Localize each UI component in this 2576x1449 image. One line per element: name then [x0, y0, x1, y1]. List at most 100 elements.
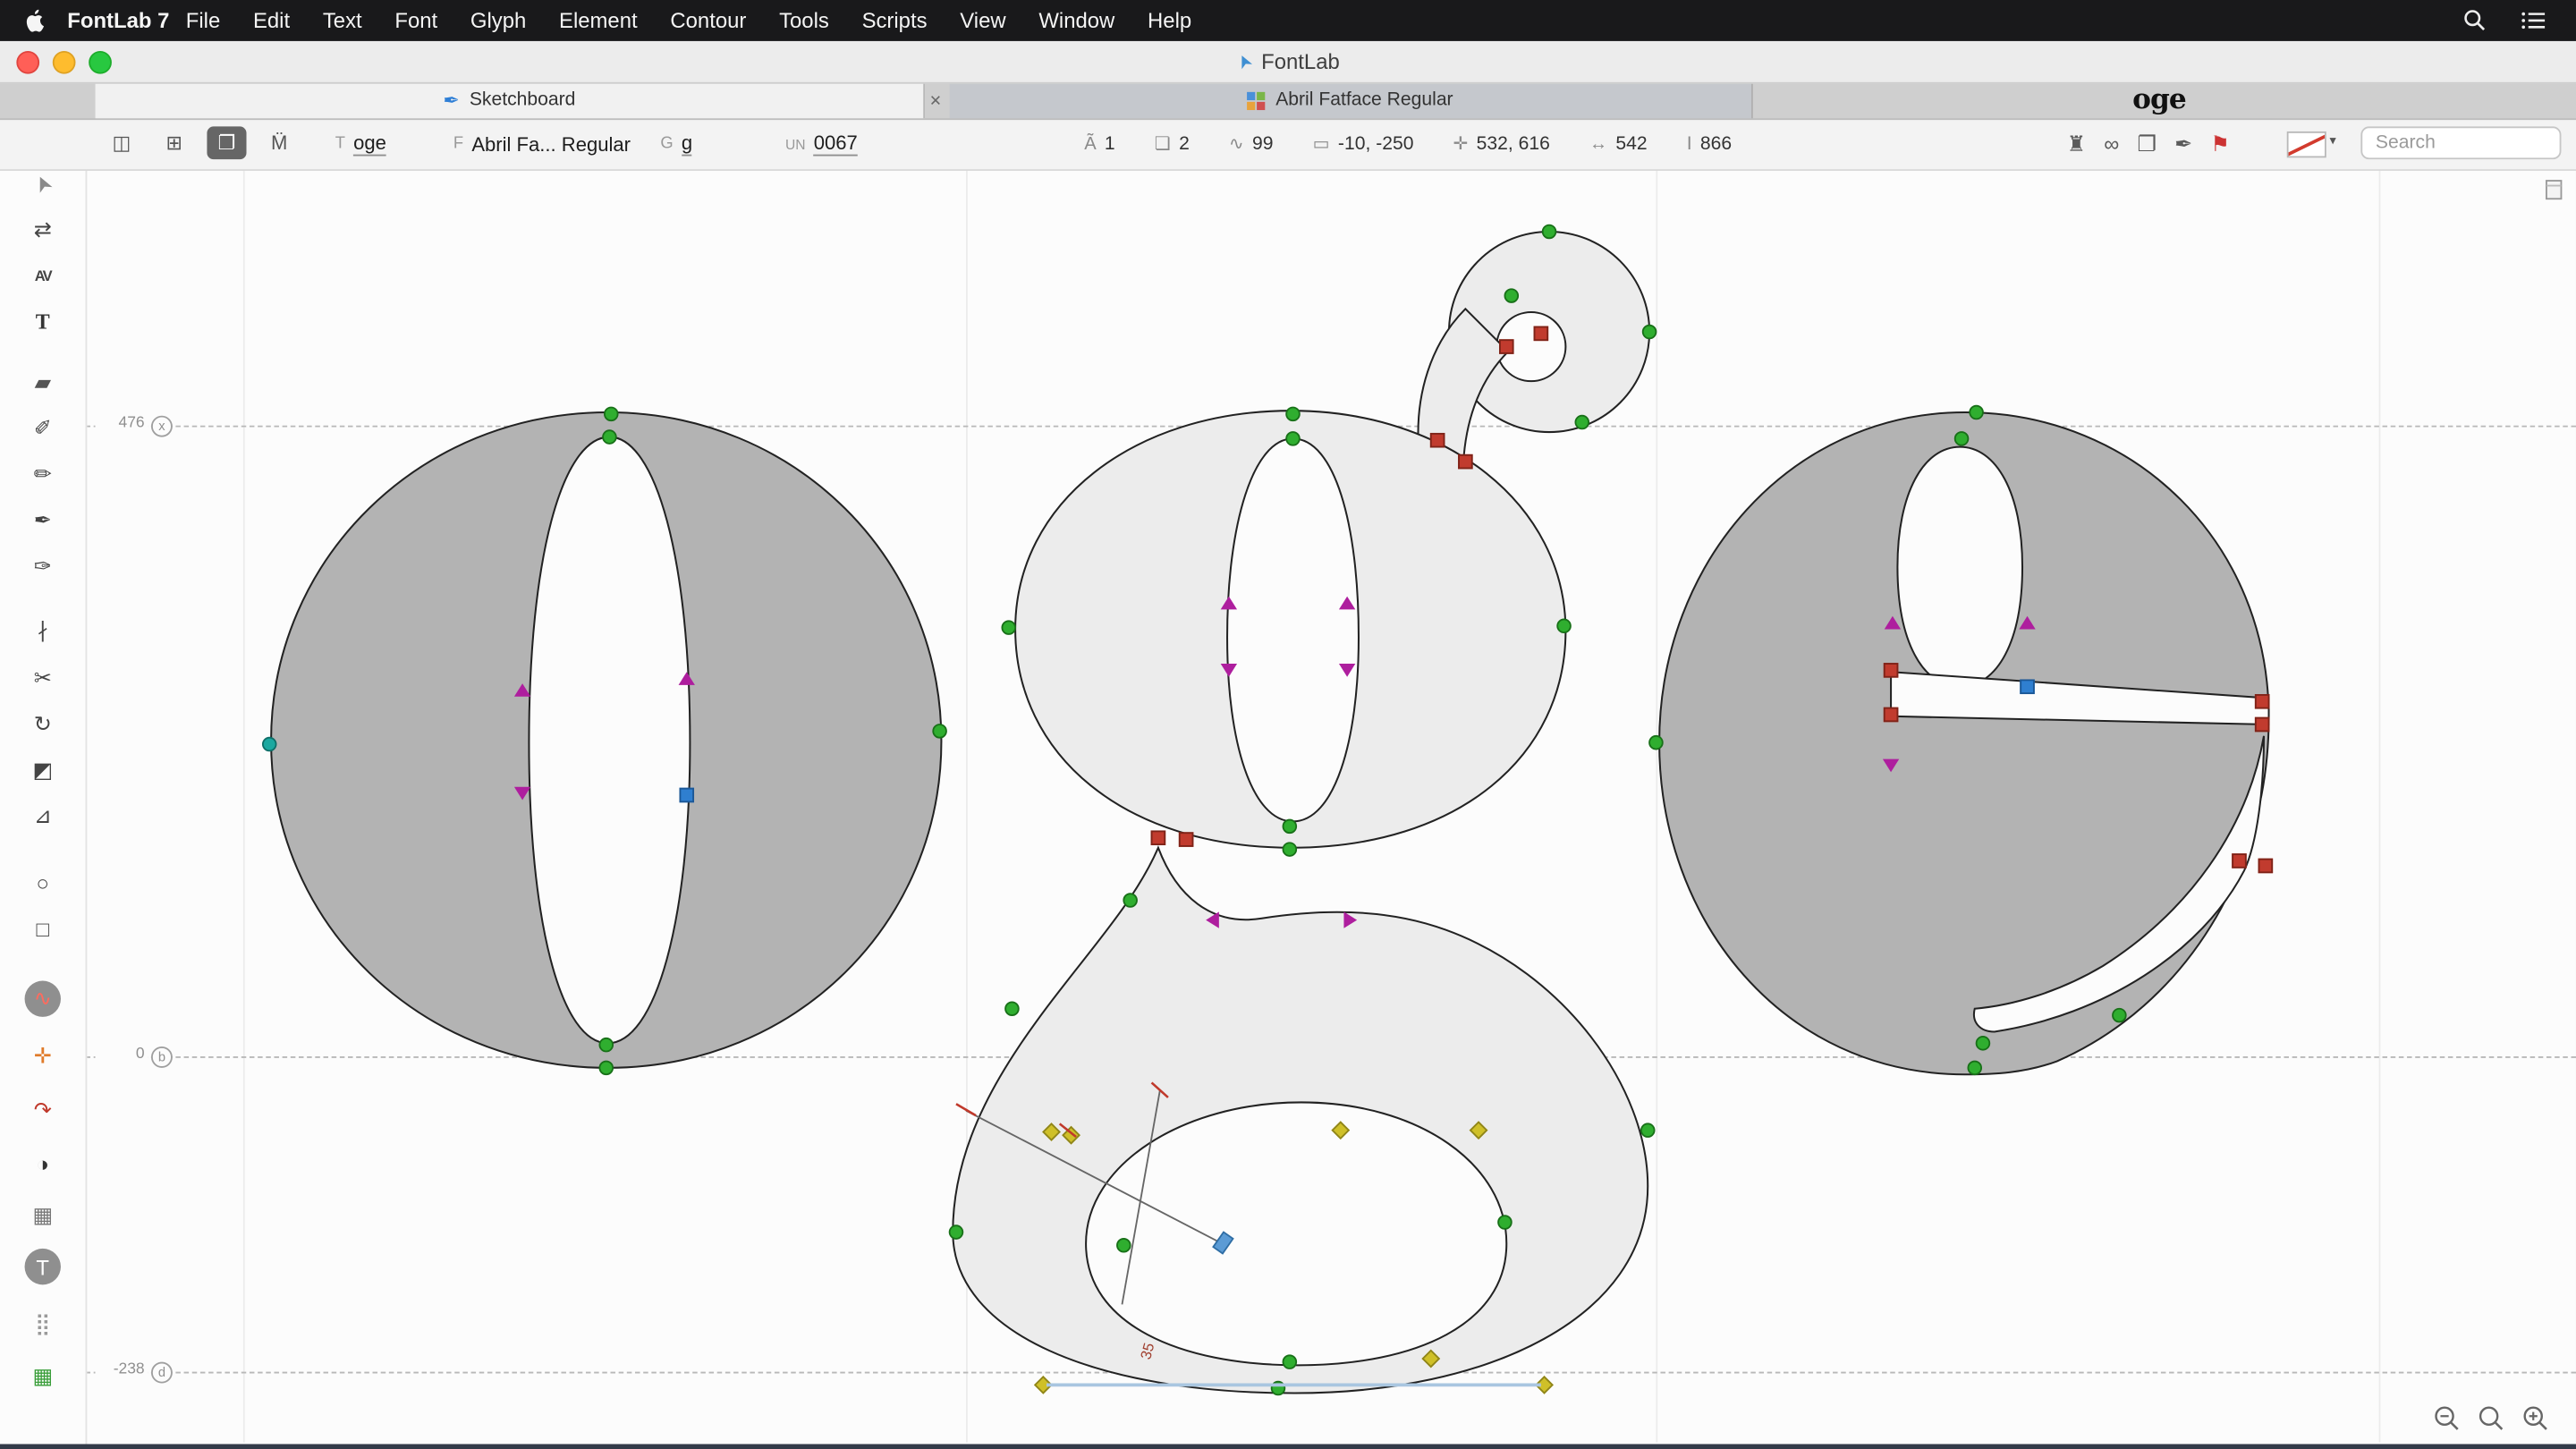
node-red[interactable] [1883, 707, 1899, 723]
node-red[interactable] [2232, 853, 2247, 869]
page-flag-icon[interactable] [2545, 179, 2564, 202]
glyph-e-slot[interactable] [1890, 671, 2270, 726]
glyph-e-counter[interactable] [1896, 445, 2024, 688]
glyph-e-body[interactable] [1658, 411, 2270, 1076]
node-green[interactable] [1282, 1354, 1298, 1369]
tool-eraser[interactable]: ▰ [20, 363, 65, 402]
metrics-toggle[interactable]: M̈ [259, 126, 299, 159]
guide-line-d[interactable] [85, 1371, 2576, 1374]
node-diamond[interactable] [1469, 1121, 1488, 1140]
node-red[interactable] [1533, 326, 1549, 342]
node-green[interactable] [2112, 1007, 2127, 1023]
tool-text[interactable]: T [20, 302, 65, 342]
apple-menu-icon[interactable] [23, 8, 45, 33]
menu-font[interactable]: Font [378, 8, 454, 33]
glyph-field[interactable]: G g [660, 118, 693, 169]
glyph-g-loop[interactable] [952, 845, 1649, 1394]
zoom-reset-button[interactable] [2478, 1404, 2505, 1432]
node-diamond[interactable] [1062, 1125, 1080, 1145]
node-tri-up[interactable] [513, 683, 531, 697]
tool-knife[interactable]: ∤ [20, 611, 65, 650]
unicode-field[interactable]: UN 0067 [785, 118, 858, 169]
tool-rectangle[interactable]: □ [20, 909, 65, 948]
node-green[interactable] [1640, 1123, 1656, 1138]
node-green[interactable] [598, 1060, 614, 1076]
node-green[interactable] [598, 1037, 614, 1053]
tool-rapid[interactable]: ✑ [20, 547, 65, 587]
tab-abril-fatface[interactable]: Abril Fatface Regular [949, 81, 1753, 119]
node-tri-left[interactable] [1206, 911, 1219, 928]
menu-view[interactable]: View [944, 8, 1022, 33]
node-red[interactable] [2258, 858, 2274, 874]
node-blue[interactable] [2020, 679, 2035, 695]
stamp-icon[interactable]: ♜ [2067, 131, 2086, 157]
node-red[interactable] [1499, 339, 1514, 354]
tool-hook[interactable]: ↷ [20, 1091, 65, 1131]
tool-grid[interactable]: ▦ [20, 1196, 65, 1235]
guide-line-x[interactable] [85, 425, 2576, 428]
node-green[interactable] [948, 1224, 964, 1240]
node-green[interactable] [602, 429, 617, 445]
node-tri-down[interactable] [1338, 664, 1356, 677]
node-tri-down[interactable] [1220, 664, 1238, 677]
close-button[interactable] [16, 50, 40, 74]
glyph-g-ear-connector[interactable] [1417, 307, 1510, 458]
node-tri-up[interactable] [2019, 615, 2036, 630]
font-field-value[interactable]: Abril Fa... Regular [471, 132, 631, 156]
node-diamond[interactable] [1042, 1123, 1061, 1141]
glyph-window-toggle[interactable]: ❐ [207, 126, 247, 160]
tool-contrast[interactable]: ◑ [20, 1143, 65, 1182]
glyph-g-bowl[interactable] [1014, 410, 1567, 849]
menu-contour[interactable]: Contour [654, 8, 763, 33]
node-teal[interactable] [261, 736, 277, 752]
menu-text[interactable]: Text [306, 8, 378, 33]
node-green[interactable] [1282, 842, 1298, 857]
node-green[interactable] [1641, 324, 1657, 340]
minimize-button[interactable] [52, 50, 76, 74]
menu-element[interactable]: Element [543, 8, 654, 33]
node-green[interactable] [1975, 1036, 1991, 1051]
swatch-dropdown-icon[interactable]: ▾ [2329, 133, 2335, 148]
copy-icon[interactable]: ❐ [2137, 131, 2156, 157]
search-input[interactable] [2360, 126, 2562, 160]
node-blue[interactable] [679, 787, 695, 803]
sidebar-toggle[interactable]: ◫ [102, 126, 141, 159]
glyph-g-ear-outer[interactable] [1447, 230, 1651, 434]
node-red[interactable] [1429, 432, 1445, 448]
tool-measure[interactable]: ⊿ [20, 797, 65, 836]
rulers-toggle[interactable]: ⊞ [155, 126, 194, 159]
node-tri-up[interactable] [1220, 596, 1238, 610]
unicode-field-value[interactable]: 0067 [813, 131, 858, 157]
node-tri-up[interactable] [678, 672, 695, 685]
node-red[interactable] [1150, 830, 1166, 845]
node-diamond[interactable] [1331, 1121, 1351, 1140]
node-red[interactable] [2254, 694, 2270, 709]
node-tri-down[interactable] [513, 786, 531, 801]
zoom-out-button[interactable] [2433, 1404, 2461, 1432]
node-red[interactable] [1178, 832, 1194, 847]
tool-ellipse[interactable]: ○ [20, 862, 65, 902]
menu-scripts[interactable]: Scripts [845, 8, 944, 33]
tool-kern[interactable]: AV [20, 257, 65, 296]
node-green[interactable] [1001, 620, 1017, 635]
maximize-button[interactable] [89, 50, 112, 74]
tool-pencil[interactable]: ✏ [20, 455, 65, 495]
menu-file[interactable]: File [169, 8, 236, 33]
menu-help[interactable]: Help [1131, 8, 1208, 33]
node-green[interactable] [1004, 1001, 1020, 1017]
node-tri-up[interactable] [1884, 615, 1902, 630]
node-diamond[interactable] [1535, 1375, 1554, 1394]
text-field-value[interactable]: oge [353, 131, 386, 157]
node-green[interactable] [1282, 818, 1298, 835]
node-green[interactable] [1123, 893, 1138, 908]
node-red[interactable] [2254, 716, 2270, 733]
node-green[interactable] [603, 406, 619, 422]
node-green[interactable] [1574, 414, 1590, 430]
font-field[interactable]: F Abril Fa... Regular [453, 118, 631, 169]
node-green[interactable] [1116, 1237, 1131, 1253]
menu-window[interactable]: Window [1022, 8, 1131, 33]
node-green[interactable] [932, 724, 947, 739]
node-green[interactable] [1285, 431, 1301, 446]
control-list-icon[interactable] [2521, 10, 2546, 31]
spotlight-search-icon[interactable] [2462, 8, 2487, 33]
